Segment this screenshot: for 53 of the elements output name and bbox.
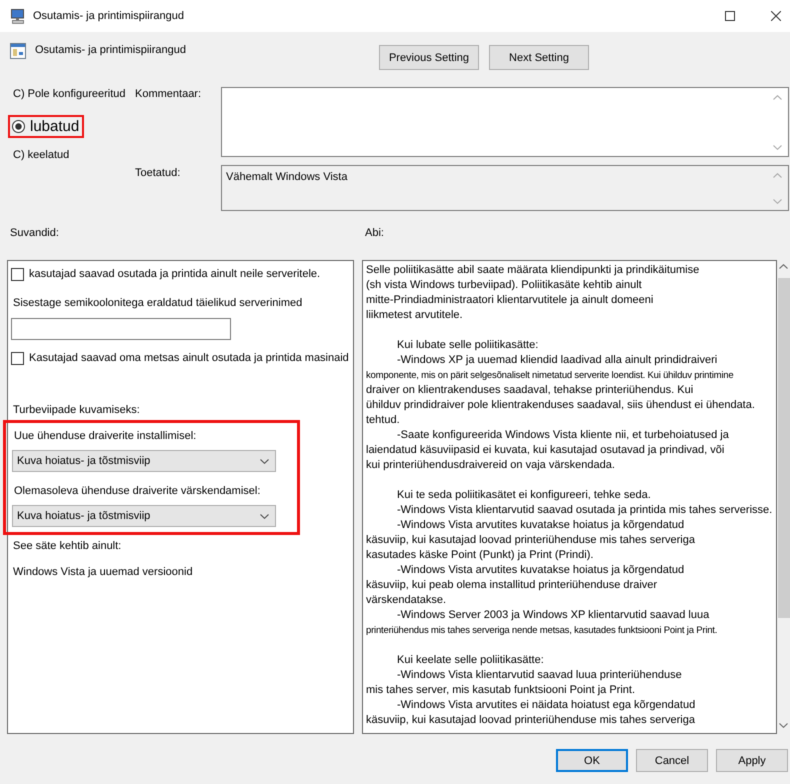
- scroll-down-icon[interactable]: [779, 723, 788, 728]
- scrollbar-thumb[interactable]: [778, 278, 790, 618]
- scroll-up-icon[interactable]: [779, 264, 788, 269]
- comment-label: Kommentaar:: [135, 87, 202, 102]
- help-paragraph: -Windows Vista arvutites ei näidata hoiatust ega kõrgendatud käsuviip, kui kasutajad loovad printeriühenduse mis tahes serveriga: [366, 698, 696, 728]
- chevron-down-icon: [260, 514, 269, 518]
- checkbox[interactable]: [11, 352, 24, 364]
- help-paragraph: Kui lubate selle poliitikasätte:: [396, 338, 538, 353]
- help-paragraph: -Windows Vista klientarvutid saavad luua printeriühenduse mis tahes server, mis kasutab funktsiooni Point ja Print.: [366, 668, 682, 698]
- help-paragraph: -Windows Vista arvutites kuvatakse hoiatus ja kõrgendatud käsuviip, kui peab olema installitud printeriühenduse draiver värskendatakse.: [366, 563, 684, 608]
- setting-title: Osutamis- ja printimispiirangud: [35, 43, 186, 57]
- option-text: See säte kehtib ainult:: [13, 539, 122, 553]
- dialog-button[interactable]: Apply: [716, 749, 788, 772]
- server-names-field[interactable]: [11, 318, 231, 340]
- option-text: Sisestage semikoolonitega eraldatud täielikud serverinimed: [13, 296, 302, 310]
- help-label: Abi:: [365, 226, 385, 240]
- help-paragraph: -Windows Vista arvutites kuvatakse hoiatus ja kõrgendatud käsuviip, kui kasutajad loovad printeriühenduse mis tahes serveriga kasutades käske Point (Punkt) ja Print (Prindi).: [366, 518, 695, 563]
- scroll-up-icon[interactable]: [773, 95, 782, 100]
- maximize-icon[interactable]: [725, 11, 735, 21]
- dialog-button[interactable]: OK: [556, 749, 628, 772]
- dropdown-label: Uue ühenduse draiverite installimisel:: [14, 429, 196, 443]
- options-label: Suvandid:: [10, 226, 60, 240]
- help-paragraph: -Windows Vista klientarvutid saavad osutada ja printida mis tahes serverisse.: [396, 503, 772, 518]
- dropdown[interactable]: Kuva hoiatus- ja tõstmisviip: [12, 450, 276, 472]
- help-paragraph: Selle poliitikasätte abil saate määrata kliendipunkti ja prindikäitumise (sh vista Windows turbeviipad). Poliitikasäte kehtib ainult mitte-Prindiadministraatori klientarvutitele ja ainult domeeni liikmetest arvutitele.: [366, 263, 700, 323]
- radio-selected-icon: [12, 120, 25, 133]
- scroll-down-icon[interactable]: [773, 145, 782, 150]
- radio-option[interactable]: C) Pole konfigureeritud: [8, 87, 126, 101]
- computer-icon: [10, 8, 26, 24]
- comment-field[interactable]: [221, 87, 789, 157]
- window-title: Osutamis- ja printimispiirangud: [33, 9, 184, 23]
- nav-button[interactable]: Previous Setting: [379, 45, 479, 70]
- checkbox-label: kasutajad saavad osutada ja printida ainult neile serveritele.: [29, 267, 320, 281]
- checkbox-label: Kasutajad saavad oma metsas ainult osutada ja printida masinaid: [29, 351, 349, 365]
- help-paragraph: Kui keelate selle poliitikasätte:: [396, 653, 544, 668]
- checkbox[interactable]: [11, 268, 24, 280]
- help-paragraph: -Windows XP ja uuemad kliendid laadivad alla ainult prindidraiveri komponente, mis on pärit selgesõnaliselt nimetatud serverite loendist. Kui ühilduv printimine draiver on klientrakenduses saadaval, tehakse printeriühendus. Kui ühilduv prindidraiver pole klientrakenduses saadaval, siis ühendust ei ühendata. tehtud.: [366, 353, 755, 428]
- help-paragraph: Kui te seda poliitikasätet ei konfigureeri, tehke seda.: [396, 488, 651, 503]
- supported-label: Toetatud:: [135, 166, 182, 181]
- chevron-down-icon: [260, 458, 269, 464]
- radio-option[interactable]: lubatud: [8, 115, 84, 138]
- dropdown[interactable]: Kuva hoiatus- ja tõstmisviip: [12, 505, 276, 527]
- dialog-button[interactable]: Cancel: [636, 749, 708, 772]
- close-icon[interactable]: [771, 11, 781, 21]
- supported-value: Vähemalt Windows Vista: [225, 170, 348, 185]
- help-paragraph: -Saate konfigureerida Windows Vista kliente nii, et turbehoiatused ja laiendatud käsuviipasid ei kuvata, kui kasutajad osutavad ja prindivad, või kui printeriühendusdraivereid on vaja värskendada.: [366, 428, 729, 473]
- option-text: Windows Vista ja uuemad versioonid: [13, 565, 193, 579]
- nav-button[interactable]: Next Setting: [489, 45, 589, 70]
- dropdown-label: Olemasoleva ühenduse draiverite värskendamisel:: [14, 484, 260, 498]
- help-paragraph: -Windows Server 2003 ja Windows XP klientarvutid saavad luua printeriühendus mis tahes serveriga nende metsas, kasutades funktsiooni Point ja Print.: [366, 608, 718, 638]
- option-heading: Turbeviipade kuvamiseks:: [13, 403, 140, 417]
- radio-option[interactable]: C) keelatud: [8, 148, 70, 162]
- window-icon: [10, 43, 26, 59]
